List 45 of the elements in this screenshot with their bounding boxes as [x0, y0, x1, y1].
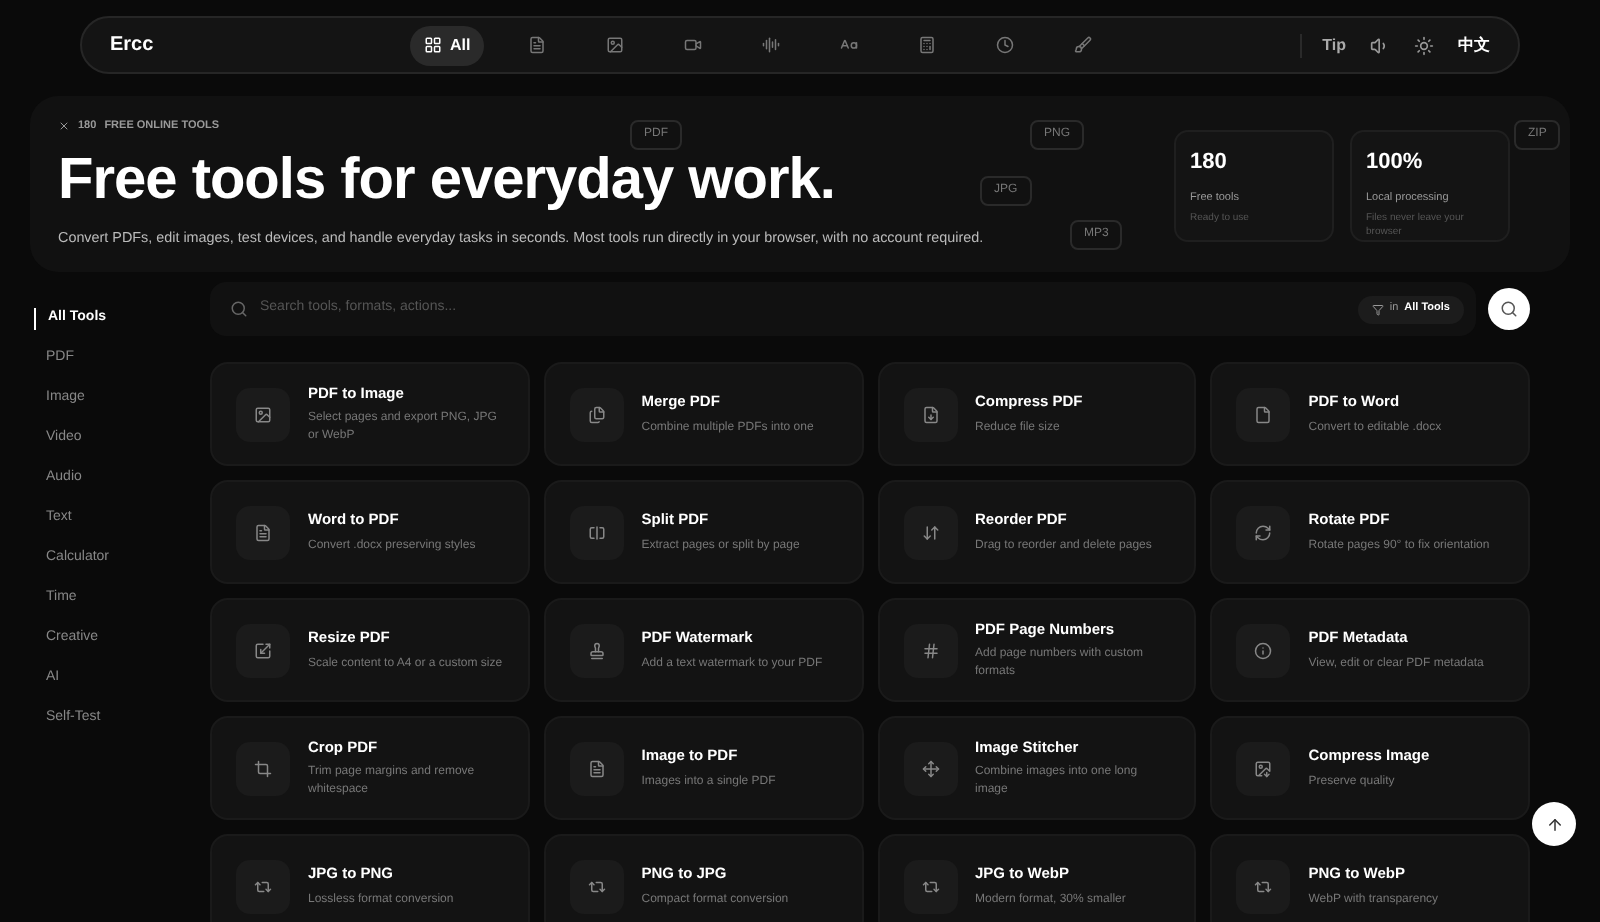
sound-wave-icon	[762, 36, 781, 54]
arrow-up-icon	[1545, 815, 1563, 833]
files-icon	[587, 405, 606, 423]
info-icon	[1254, 641, 1273, 659]
search-icon	[1500, 300, 1518, 318]
video-camera-icon	[684, 36, 703, 54]
search-button[interactable]	[1488, 288, 1530, 330]
stamp-icon	[587, 641, 606, 659]
calculator-icon	[918, 36, 937, 54]
brush-icon	[1074, 36, 1093, 54]
search-icon	[230, 300, 248, 318]
language-button[interactable]: 中文	[1458, 33, 1490, 57]
clock-icon	[996, 36, 1015, 54]
hash-icon	[921, 641, 939, 659]
category-tab[interactable]: All	[410, 25, 485, 65]
swap-icon	[254, 877, 272, 895]
file-icon	[587, 759, 606, 777]
back-to-top-button[interactable]	[1532, 802, 1576, 846]
sun-icon[interactable]	[1414, 35, 1434, 55]
image-arrow-icon	[1254, 759, 1273, 777]
tip-button[interactable]: Tip	[1322, 33, 1346, 57]
resize-icon	[254, 641, 272, 659]
file-arrow-icon	[921, 405, 939, 423]
image-icon	[606, 36, 625, 54]
up-down-arrows-icon	[921, 523, 939, 541]
grid-icon	[424, 36, 442, 54]
document-icon	[1254, 405, 1273, 423]
logo[interactable]: Ercc	[110, 30, 390, 60]
stat-value: 100%	[1366, 148, 1425, 178]
split-icon	[587, 523, 606, 541]
speaker-icon[interactable]	[1370, 35, 1390, 55]
four-arrows-icon	[921, 759, 939, 777]
image-icon	[254, 405, 272, 423]
stat-value: 180	[1190, 148, 1229, 178]
swap-icon	[587, 877, 606, 895]
swap-icon	[921, 877, 939, 895]
text-case-icon	[840, 36, 859, 54]
file-icon	[254, 523, 272, 541]
swap-icon	[1254, 877, 1273, 895]
filter-icon	[1371, 303, 1384, 315]
rotate-arrows-icon	[1254, 523, 1273, 541]
crop-icon	[254, 759, 272, 777]
cross-icon	[58, 120, 70, 133]
hero-title: Free tools for everyday work.	[58, 152, 835, 211]
file-icon	[528, 36, 547, 54]
